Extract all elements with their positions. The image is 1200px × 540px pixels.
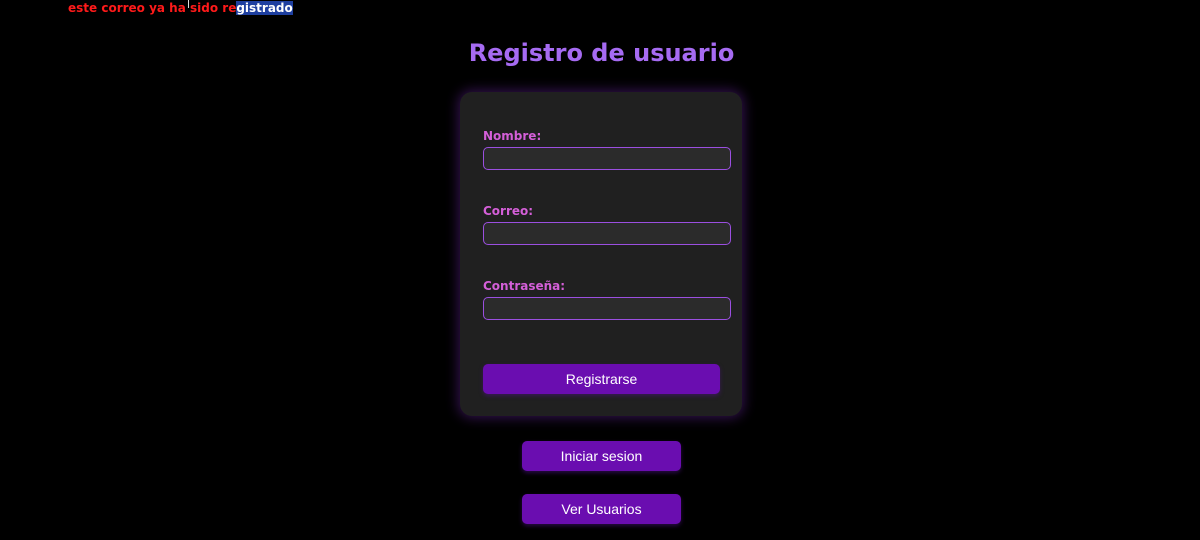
register-button[interactable]: Registrarse <box>483 364 720 394</box>
password-label: Contraseña: <box>483 279 566 293</box>
password-input[interactable] <box>483 297 731 320</box>
email-input[interactable] <box>483 222 731 245</box>
error-message: este correo ya ha sido registrado <box>68 1 293 16</box>
email-label: Correo: <box>483 204 534 218</box>
name-input[interactable] <box>483 147 731 170</box>
login-button[interactable]: Iniciar sesion <box>522 441 681 471</box>
error-message-selected-text: gistrado <box>236 1 293 15</box>
view-users-button[interactable]: Ver Usuarios <box>522 494 681 524</box>
name-label: Nombre: <box>483 129 542 143</box>
page-title: Registro de usuario <box>468 39 735 67</box>
text-cursor-icon <box>188 0 189 8</box>
error-message-text: este correo ya ha sido re <box>68 1 237 15</box>
registration-form: Nombre: Correo: Contraseña: Registrarse <box>460 92 742 416</box>
